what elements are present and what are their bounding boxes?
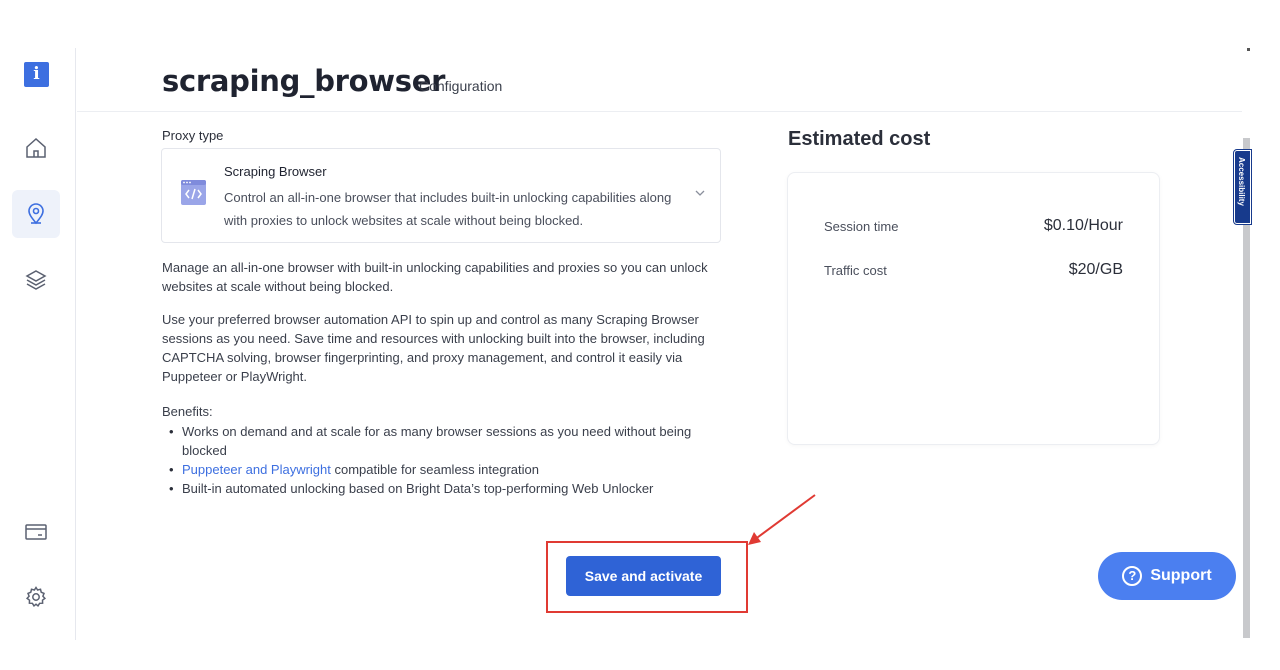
proxy-type-label: Proxy type — [162, 128, 224, 143]
billing-card-icon — [25, 524, 47, 540]
annotation-arrow-icon — [748, 494, 816, 545]
save-and-activate-button[interactable]: Save and activate — [566, 556, 721, 596]
cost-card: Session time $0.10/Hour Traffic cost $20… — [787, 172, 1160, 445]
cost-value: $0.10/Hour — [1043, 217, 1123, 234]
accessibility-label: Accessibility — [1237, 157, 1246, 206]
page-title: scraping_browser — [162, 64, 446, 98]
list-item: Works on demand and at scale for as many… — [169, 422, 727, 460]
sidebar-item-home[interactable] — [12, 124, 60, 172]
description-paragraph: Use your preferred browser automation AP… — [162, 312, 705, 384]
question-icon: ? — [1122, 566, 1143, 586]
proxy-type-select[interactable]: Scraping Browser Control an all-in-one b… — [161, 148, 721, 243]
scrollbar-arrow[interactable] — [1247, 48, 1250, 51]
sidebar-item-proxies[interactable] — [12, 190, 60, 238]
support-label: Support — [1150, 567, 1212, 584]
sidebar-item-settings[interactable] — [12, 573, 60, 621]
estimated-cost-title: Estimated cost — [788, 128, 931, 150]
list-item: Built-in automated unlocking based on Br… — [169, 479, 727, 498]
list-item-text: compatible for seamless integration — [334, 462, 540, 477]
gear-icon — [25, 586, 47, 608]
support-button[interactable]: ? Support — [1098, 552, 1236, 600]
location-pin-icon — [28, 203, 44, 225]
description-paragraph: Manage an all-in-one browser with built-… — [162, 260, 708, 294]
accessibility-tab[interactable]: Accessibility — [1233, 149, 1252, 225]
cost-value: $20/GB — [1068, 261, 1123, 278]
list-item: Puppeteer and Playwright compatible for … — [169, 460, 727, 479]
proxy-type-description: Control an all-in-one browser that inclu… — [224, 190, 672, 228]
page-header: scraping_browser Configuration — [77, 48, 1242, 112]
code-window-icon — [181, 180, 206, 205]
home-icon — [26, 137, 46, 158]
benefits-label: Benefits: — [162, 404, 213, 419]
page-subtitle: Configuration — [419, 78, 503, 94]
benefits-list: Works on demand and at scale for as many… — [169, 422, 727, 498]
chevron-down-icon[interactable] — [694, 187, 706, 199]
puppeteer-playwright-link[interactable]: Puppeteer and Playwright — [182, 462, 331, 477]
cost-label: Traffic cost — [824, 263, 887, 278]
layers-icon — [25, 270, 47, 290]
info-logo-icon[interactable]: i — [24, 62, 49, 87]
cost-row-traffic: Traffic cost $20/GB — [824, 261, 1123, 281]
sidebar-item-datasets[interactable] — [12, 256, 60, 304]
cost-label: Session time — [824, 219, 899, 234]
sidebar: i — [0, 48, 76, 640]
cost-row-session: Session time $0.10/Hour — [824, 217, 1123, 237]
proxy-type-name: Scraping Browser — [224, 164, 327, 179]
sidebar-item-billing[interactable] — [12, 508, 60, 556]
